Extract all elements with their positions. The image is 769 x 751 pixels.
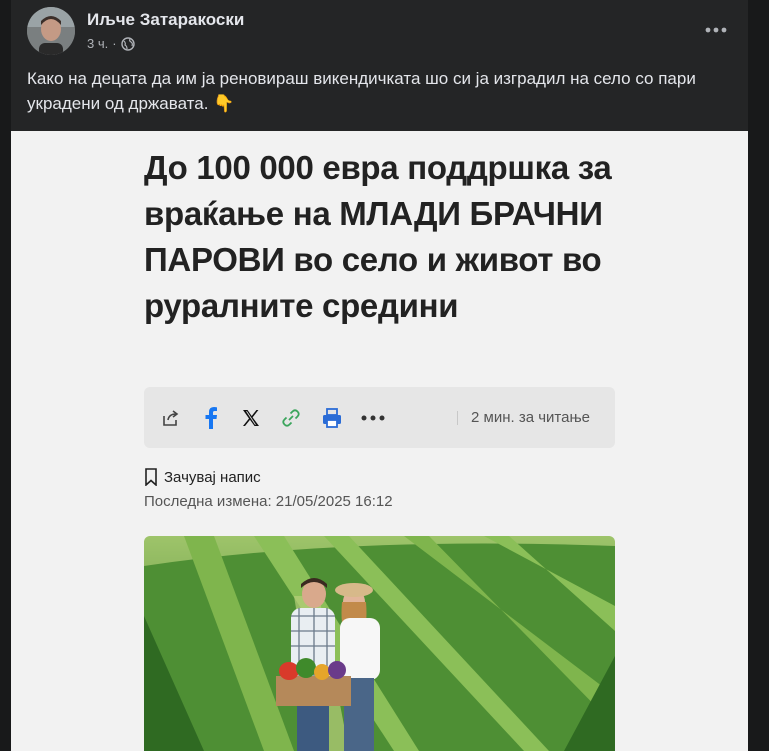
share-divider (457, 411, 458, 425)
article-hero-image[interactable] (144, 536, 615, 751)
share-icon[interactable] (158, 405, 184, 431)
post-time[interactable]: 3 ч. (87, 36, 108, 51)
share-bar: 2 мин. за читање (144, 387, 615, 448)
save-article-button[interactable]: Зачувај напис (144, 468, 261, 486)
more-icon[interactable] (360, 405, 386, 431)
bookmark-icon (145, 468, 157, 486)
more-options-button[interactable] (700, 14, 732, 46)
couple-in-field-photo (144, 536, 615, 751)
read-time: 2 мин. за читање (471, 409, 590, 426)
save-article-label: Зачувај напис (164, 468, 261, 486)
globe-icon (120, 36, 135, 51)
avatar-photo (27, 7, 75, 55)
author-name[interactable]: Иљче Затаракоски (87, 10, 244, 30)
print-icon[interactable] (319, 405, 345, 431)
facebook-post: Иљче Затаракоски 3 ч. · Како на децата д… (11, 0, 748, 751)
meta-separator: · (112, 36, 117, 51)
link-icon[interactable] (278, 405, 304, 431)
post-meta: 3 ч. · (87, 36, 135, 51)
post-text: Како на децата да им ја реновираш викенд… (27, 69, 696, 113)
ellipsis-icon (705, 27, 727, 33)
x-icon[interactable] (238, 405, 264, 431)
facebook-icon[interactable] (198, 405, 224, 431)
post-header: Иљче Затаракоски 3 ч. · (11, 0, 748, 60)
article-headline[interactable]: До 100 000 евра поддршка за враќање на М… (144, 145, 624, 329)
avatar[interactable] (27, 7, 75, 55)
last-updated: Последна измена: 21/05/2025 16:12 (144, 493, 393, 510)
shared-article[interactable]: До 100 000 евра поддршка за враќање на М… (11, 131, 748, 751)
